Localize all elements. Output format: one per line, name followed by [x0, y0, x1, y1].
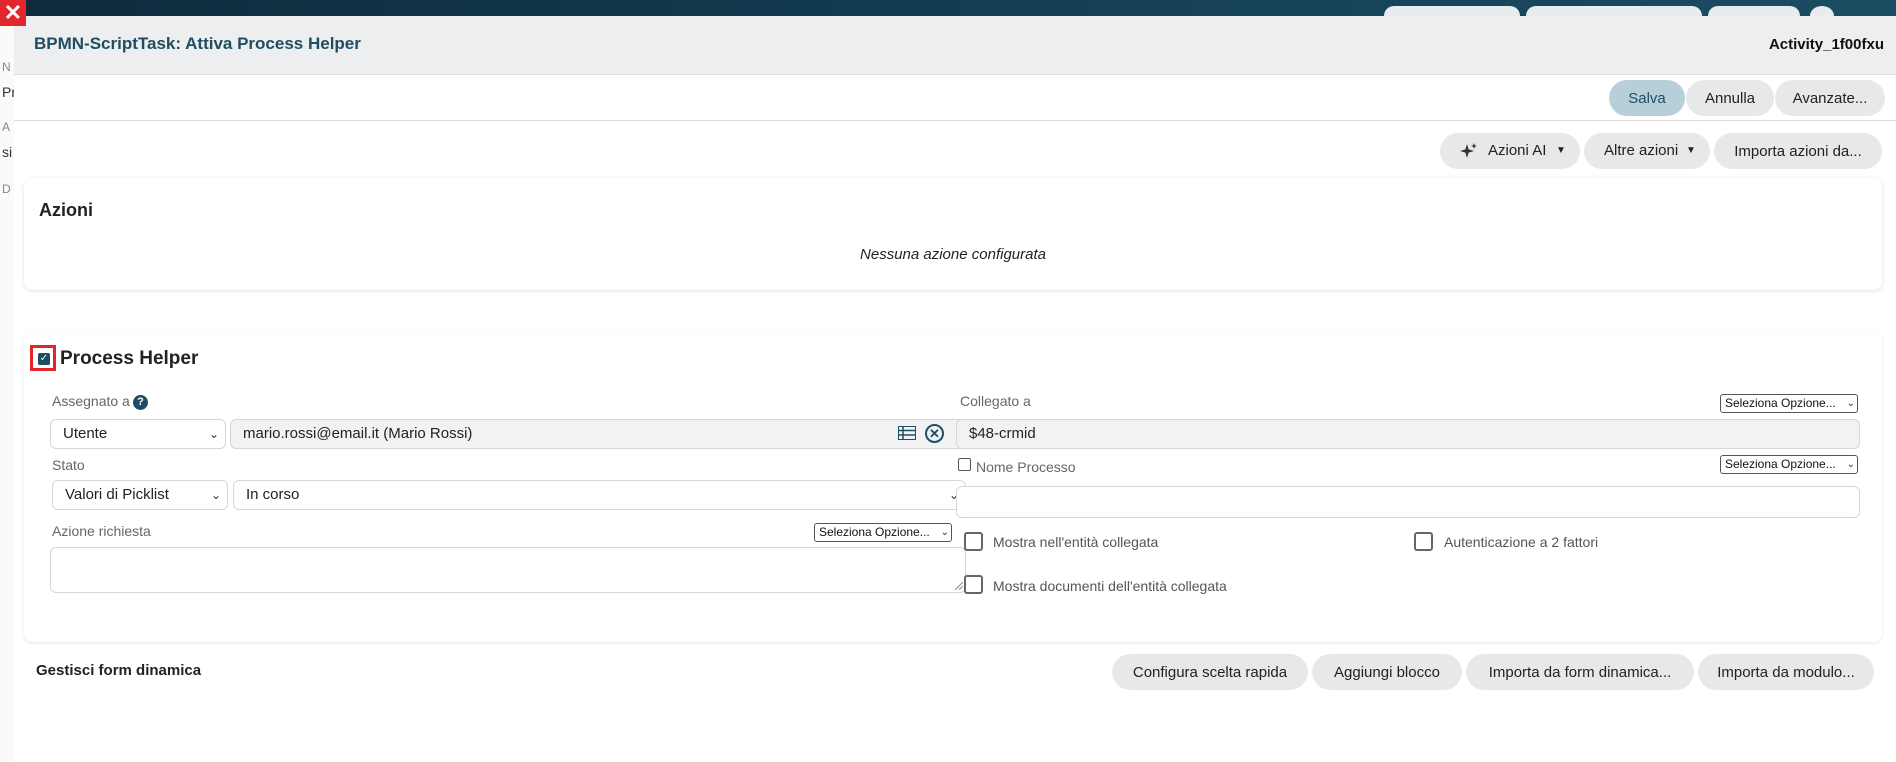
assigned-to-label: Assegnato a: [52, 393, 130, 409]
status-source-value: Valori di Picklist: [65, 486, 169, 503]
import-actions-button[interactable]: Importa azioni da...: [1714, 133, 1882, 169]
status-value-select[interactable]: In corso ⌄: [233, 480, 966, 510]
cancel-button[interactable]: Annulla: [1686, 80, 1774, 116]
show-in-linked-entity-checkbox[interactable]: [964, 532, 983, 551]
two-factor-auth-checkbox[interactable]: [1414, 532, 1433, 551]
process-helper-checkbox[interactable]: ✓: [30, 345, 56, 371]
section-title: Process Helper: [60, 348, 199, 369]
chevron-down-icon: ⌄: [1846, 459, 1855, 470]
option-select-value: Seleziona Opzione...: [1725, 457, 1836, 471]
chevron-down-icon: ⌄: [210, 488, 221, 502]
checkmark-icon: ✓: [38, 353, 50, 365]
advanced-button[interactable]: Avanzate...: [1775, 80, 1885, 116]
actions-card: Azioni Nessuna azione configurata: [24, 178, 1882, 290]
clear-icon[interactable]: ✕: [925, 424, 944, 443]
caret-down-icon: ▼: [1556, 145, 1566, 156]
chevron-down-icon: ⌄: [940, 527, 949, 538]
modal-toolbar: Salva Annulla Avanzate...: [14, 75, 1896, 121]
other-actions-dropdown[interactable]: Altre azioni ▼: [1584, 133, 1710, 169]
configure-quick-choice-button[interactable]: Configura scelta rapida: [1112, 654, 1308, 690]
caret-down-icon: ▼: [1686, 145, 1696, 156]
import-from-module-button[interactable]: Importa da modulo...: [1698, 654, 1874, 690]
process-name-option-select[interactable]: Seleziona Opzione... ⌄: [1720, 455, 1858, 474]
process-name-input[interactable]: [956, 486, 1860, 518]
option-select-value: Seleziona Opzione...: [819, 525, 930, 539]
show-in-linked-entity-label: Mostra nell'entità collegata: [993, 534, 1159, 550]
process-name-label: Nome Processo: [976, 459, 1076, 475]
background-sidebar: N Pr A si D: [0, 16, 15, 762]
background-label: si: [2, 144, 13, 160]
process-name-checkbox[interactable]: [958, 458, 971, 471]
status-source-select[interactable]: Valori di Picklist ⌄: [52, 480, 228, 510]
modal-header: BPMN-ScriptTask: Attiva Process Helper A…: [14, 16, 1896, 75]
status-value: In corso: [246, 486, 300, 503]
ai-actions-label: Azioni AI: [1488, 142, 1547, 159]
close-icon[interactable]: ✕: [0, 0, 26, 26]
resize-grip-icon[interactable]: [955, 582, 963, 590]
list-icon[interactable]: [898, 426, 916, 440]
import-from-dynamic-form-button[interactable]: Importa da form dinamica...: [1466, 654, 1694, 690]
requested-action-option-select[interactable]: Seleziona Opzione... ⌄: [814, 523, 952, 542]
background-label: N: [2, 60, 11, 74]
linked-to-option-select[interactable]: Seleziona Opzione... ⌄: [1720, 394, 1858, 413]
two-factor-auth-label: Autenticazione a 2 fattori: [1444, 534, 1599, 550]
show-linked-docs-checkbox[interactable]: [964, 575, 983, 594]
status-label: Stato: [52, 457, 85, 473]
linked-to-label: Collegato a: [960, 393, 1031, 409]
linked-to-field[interactable]: $48-crmid: [956, 419, 1860, 449]
chevron-down-icon: ⌄: [208, 427, 219, 441]
other-actions-label: Altre azioni: [1604, 142, 1679, 159]
ai-actions-dropdown[interactable]: Azioni AI ▼: [1440, 133, 1580, 169]
chevron-down-icon: ⌄: [1846, 398, 1855, 409]
option-select-value: Seleziona Opzione...: [1725, 396, 1836, 410]
empty-actions-message: Nessuna azione configurata: [860, 246, 1046, 263]
background-label: A: [2, 120, 11, 134]
modal-dialog: BPMN-ScriptTask: Attiva Process Helper A…: [14, 16, 1896, 762]
assignee-user-field[interactable]: mario.rossi@email.it (Mario Rossi): [230, 419, 966, 449]
help-icon[interactable]: ?: [133, 395, 148, 410]
requested-action-label: Azione richiesta: [52, 523, 151, 539]
sparkle-icon: [1460, 143, 1477, 158]
modal-title: BPMN-ScriptTask: Attiva Process Helper: [34, 34, 361, 53]
dynamic-form-title: Gestisci form dinamica: [36, 662, 202, 679]
assignee-user-value: mario.rossi@email.it (Mario Rossi): [243, 425, 473, 442]
assignee-type-select[interactable]: Utente ⌄: [50, 419, 226, 449]
activity-id: Activity_1f00fxu: [1768, 36, 1884, 53]
show-linked-docs-label: Mostra documenti dell'entità collegata: [993, 578, 1227, 594]
linked-to-value: $48-crmid: [969, 425, 1036, 442]
background-label: D: [2, 182, 11, 196]
actions-title: Azioni: [39, 200, 93, 220]
assignee-type-value: Utente: [63, 425, 108, 442]
add-block-button[interactable]: Aggiungi blocco: [1312, 654, 1462, 690]
save-button[interactable]: Salva: [1609, 80, 1685, 116]
requested-action-textarea[interactable]: [50, 547, 966, 593]
